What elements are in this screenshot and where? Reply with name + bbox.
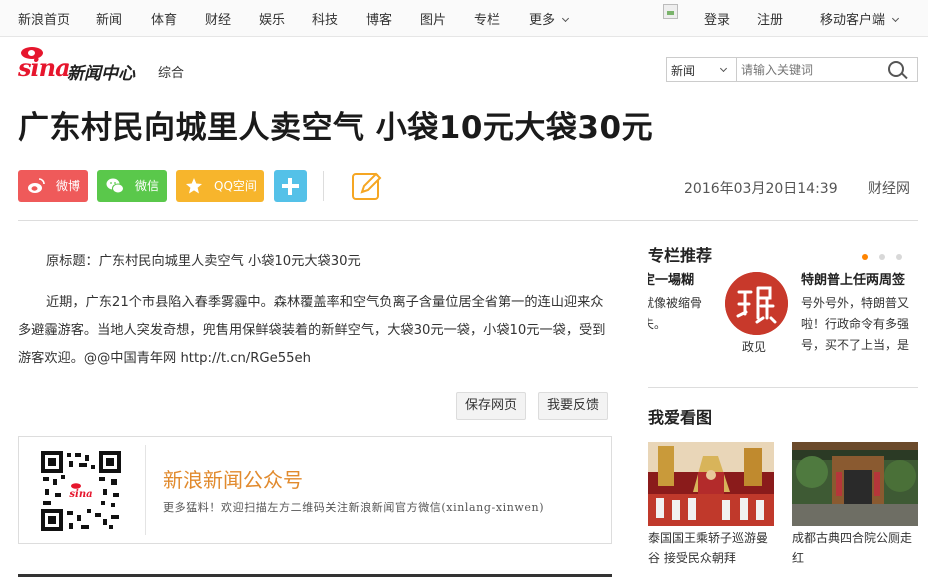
share-weixin-label: 微信 — [135, 179, 160, 193]
column-card-right[interactable]: 特朗普上任两周签 号外号外，特朗普又 啦！行政命令有多强 号，买不了上当，是 — [801, 270, 918, 356]
thai-king-procession-photo[interactable] — [648, 442, 774, 526]
search-scope-select[interactable]: 新闻 — [666, 57, 737, 82]
column-card-right-line-1: 号外号外，特朗普又 — [801, 296, 910, 310]
qr-code-icon: sina — [41, 451, 121, 531]
article-body-paragraph: 近期，广东21个市县陷入春季雾霾中。森林覆盖率和空气负离子含量位居全省第一的连山… — [18, 295, 606, 366]
share-qzone-label: QQ空间 — [214, 179, 257, 193]
column-author-avatar[interactable] — [725, 272, 788, 335]
share-qzone-button[interactable]: QQ空间 — [176, 170, 264, 202]
nav-link-blog[interactable]: 博客 — [366, 9, 392, 28]
wechat-promo-title: 新浪新闻公众号 — [163, 468, 303, 492]
save-page-button[interactable]: 保存网页 — [456, 392, 527, 420]
share-divider — [323, 171, 324, 201]
nav-link-pictures[interactable]: 图片 — [420, 9, 446, 28]
chevron-down-icon — [719, 64, 728, 73]
nav-more-label: 更多 — [529, 13, 556, 28]
publish-date: 2016年03月20日14:39 — [684, 181, 838, 197]
original-title-paragraph: 原标题：广东村民向城里人卖空气 小袋10元大袋30元 — [46, 254, 361, 269]
share-weixin-button[interactable]: 微信 — [97, 170, 167, 202]
column-card-left-line-1: 就像被缩骨 — [648, 296, 703, 310]
nav-link-news[interactable]: 新闻 — [96, 9, 122, 28]
nav-link-entertainment[interactable]: 娱乐 — [259, 9, 285, 28]
section-label[interactable]: 综合 — [158, 62, 184, 81]
header-divider — [18, 220, 918, 221]
nav-link-tech[interactable]: 科技 — [312, 9, 338, 28]
column-card-right-title: 特朗普上任两周签 — [801, 273, 906, 288]
nav-link-sports[interactable]: 体育 — [151, 9, 177, 28]
search-icon[interactable] — [888, 61, 904, 77]
content-bottom-bar — [18, 574, 612, 577]
nav-link-sina-home[interactable]: 新浪首页 — [18, 9, 70, 28]
pictures-section-title: 我爱看图 — [648, 408, 713, 427]
column-recommend-title: 专栏推荐 — [648, 246, 713, 265]
picture-caption-2[interactable]: 成都古典四合院公厕走红 — [792, 528, 918, 568]
register-link[interactable]: 注册 — [757, 9, 783, 28]
sina-eye-icon — [21, 47, 43, 59]
top-navigation-bar: 新浪首页 新闻 体育 财经 娱乐 科技 博客 图片 专栏 更多 登录 注册 移动… — [0, 0, 928, 37]
chevron-down-icon — [561, 14, 570, 23]
wechat-icon — [106, 178, 124, 194]
chevron-down-icon — [891, 14, 900, 23]
svg-text:sina: sina — [69, 489, 92, 500]
column-card-right-line-3: 号，买不了上当，是 — [801, 338, 910, 352]
carousel-dot-3[interactable] — [896, 254, 902, 260]
column-carousel: 定一場糊 就像被缩骨 夫。 政见 特朗普上任两周签 号外号外，特朗普又 啦！行政… — [648, 270, 918, 362]
news-center-title[interactable]: 新闻中心 — [67, 59, 135, 84]
feedback-button[interactable]: 我要反馈 — [538, 392, 609, 420]
search-scope-value: 新闻 — [671, 64, 696, 78]
share-weibo-button[interactable]: 微博 — [18, 170, 88, 202]
user-avatar-image[interactable] — [663, 4, 678, 19]
qzone-star-icon — [186, 178, 202, 194]
column-author-name[interactable]: 政见 — [742, 338, 766, 355]
column-card-right-line-2: 啦！行政命令有多强 — [801, 317, 910, 331]
edit-comment-icon[interactable] — [350, 169, 384, 203]
picture-caption-1[interactable]: 泰国国王乘轿子巡游曼谷 接受民众朝拜 — [648, 528, 776, 568]
article-source[interactable]: 财经网 — [868, 178, 910, 198]
nav-link-finance[interactable]: 财经 — [205, 9, 231, 28]
column-card-left-line-2: 夫。 — [648, 317, 667, 331]
weibo-icon — [28, 178, 45, 193]
sina-logo[interactable]: sina — [18, 47, 71, 82]
wechat-promo-box: sina 新浪新闻公众号 更多猛料！欢迎扫描左方二维码关注新浪新闻官方微信(xi… — [18, 436, 612, 544]
login-link[interactable]: 登录 — [704, 9, 730, 28]
column-card-left-title: 定一場糊 — [648, 273, 695, 288]
article-title: 广东村民向城里人卖空气 小袋10元大袋30元 — [18, 110, 654, 146]
nav-more-dropdown[interactable]: 更多 — [529, 9, 570, 28]
share-weibo-label: 微博 — [56, 179, 81, 193]
sidebar-divider — [648, 387, 918, 388]
nav-link-columns[interactable]: 专栏 — [474, 9, 500, 28]
column-card-left[interactable]: 定一場糊 就像被缩骨 夫。 — [648, 270, 722, 335]
share-more-button[interactable] — [274, 170, 307, 202]
promo-divider — [145, 445, 146, 535]
carousel-dot-2[interactable] — [879, 254, 885, 260]
mobile-client-dropdown[interactable]: 移动客户端 — [820, 9, 900, 28]
chengdu-courtyard-photo[interactable] — [792, 442, 918, 526]
wechat-promo-description: 更多猛料！欢迎扫描左方二维码关注新浪新闻官方微信(xinlang-xinwen) — [163, 501, 545, 514]
mobile-client-label: 移动客户端 — [820, 13, 886, 28]
carousel-dot-1[interactable] — [862, 254, 868, 260]
